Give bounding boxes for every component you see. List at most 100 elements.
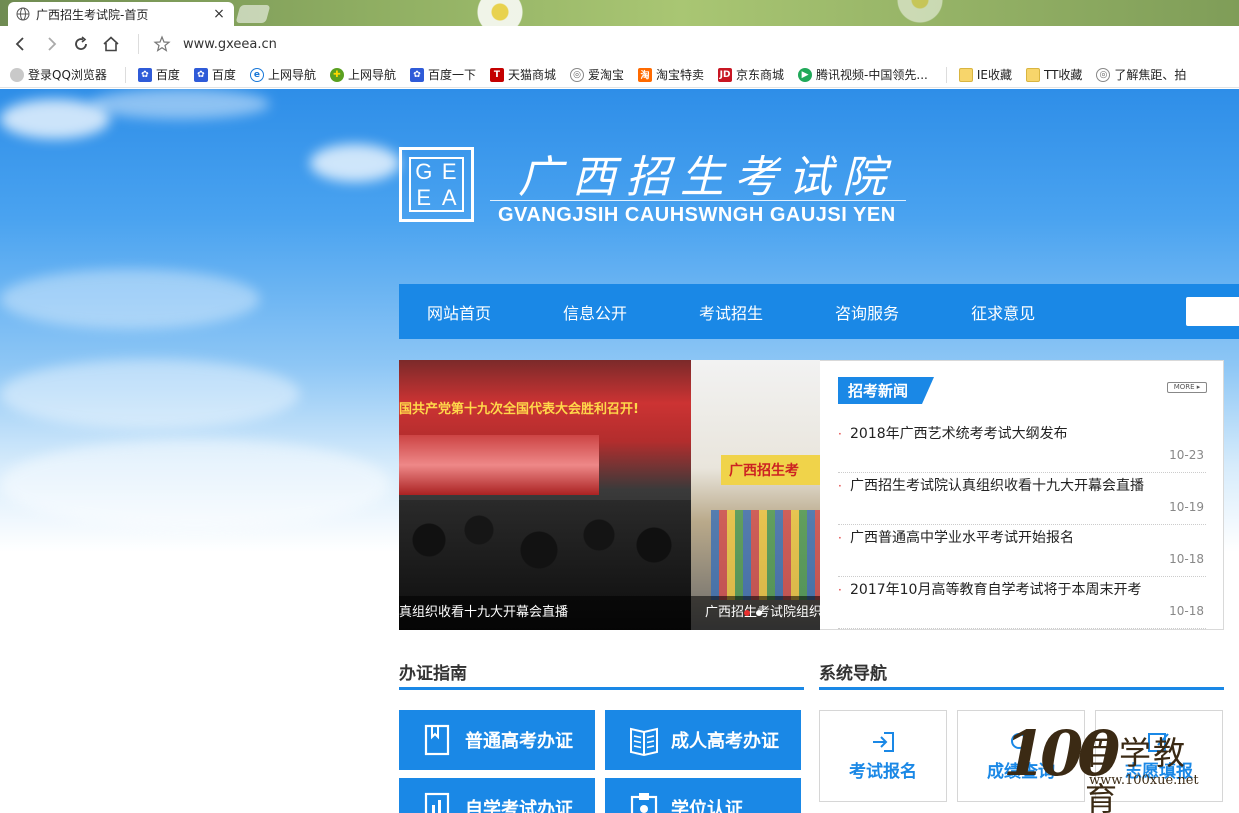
bookmark-jd[interactable]: JD 京东商城 (718, 66, 784, 83)
bookmark-qq-login[interactable]: 登录QQ浏览器 (10, 66, 107, 83)
bookmark-label: TT收藏 (1043, 68, 1083, 82)
background-daisy (890, 0, 950, 26)
jd-icon: JD (718, 67, 733, 82)
guide-section-rule (399, 687, 804, 690)
exam-registration-card[interactable]: 考试报名 (819, 710, 947, 802)
baidu-paw-icon: ✿ (193, 67, 208, 82)
bookmark-focal-length[interactable]: ◎ 了解焦距、拍 (1096, 66, 1186, 83)
browser-tab[interactable]: 广西招生考试院-首页 × (8, 2, 234, 26)
news-item[interactable]: · 广西招生考试院认真组织收看十九大开幕会直播 10-19 (838, 473, 1206, 525)
background-cloud (0, 439, 390, 529)
news-section-tag: 招考新闻 (838, 377, 935, 404)
reload-button[interactable] (66, 29, 96, 59)
reload-icon (75, 36, 87, 50)
nav-item-exams[interactable]: 考试招生 (699, 300, 763, 324)
guide-section-title: 办证指南 (399, 664, 467, 684)
slide-stage (399, 435, 599, 495)
new-tab-button[interactable] (235, 5, 271, 23)
bookmark-star-button[interactable] (147, 29, 177, 59)
nav-item-info[interactable]: 信息公开 (563, 300, 627, 324)
slider-dot[interactable] (756, 610, 762, 616)
tmall-t-icon: T (489, 67, 504, 82)
bullet-icon: · (838, 531, 842, 545)
taobao-icon: 淘 (638, 67, 653, 82)
nav-item-home[interactable]: 网站首页 (427, 300, 491, 324)
bookmark-ai-taobao[interactable]: ◎ 爱淘宝 (570, 66, 624, 83)
background-cloud (90, 89, 270, 119)
bookmark-baidu-search[interactable]: ✿ 百度一下 (409, 66, 476, 83)
news-item[interactable]: · 2018年广西艺术统考考试大纲发布 10-23 (838, 421, 1206, 473)
site-subtitle: GVANGJSIH CAUHSWNGH GAUJSI YEN (498, 204, 896, 226)
slide-children (711, 510, 820, 600)
news-date: 10-23 (1169, 448, 1204, 462)
news-list: · 2018年广西艺术统考考试大纲发布 10-23 · 广西招生考试院认真组织收… (838, 421, 1206, 629)
close-tab-icon[interactable]: × (212, 6, 226, 22)
bookmark-folder-ie[interactable]: IE收藏 (958, 66, 1012, 83)
bookmark-folder-tt[interactable]: TT收藏 (1025, 66, 1083, 83)
ie-e-icon: e (249, 67, 264, 82)
bookmark-baidu[interactable]: ✿ 百度 (137, 66, 180, 83)
image-slider[interactable]: 国共产党第十九次全国代表大会胜利召开! 广西招生考 真组织收看十九大开幕会直播 … (399, 360, 820, 630)
gaokao-cert-button[interactable]: 普通高考办证 (399, 710, 595, 770)
chart-doc-icon (424, 792, 450, 813)
news-date: 10-18 (1169, 552, 1204, 566)
site-search-input[interactable] (1186, 297, 1239, 326)
login-arrow-icon (873, 731, 894, 752)
bookmark-label: 登录QQ浏览器 (28, 68, 107, 82)
logo-letter: E (416, 184, 432, 210)
bookmark-label: 百度一下 (427, 68, 476, 82)
news-title: 2018年广西艺术统考考试大纲发布 (850, 426, 1068, 442)
news-date: 10-18 (1169, 604, 1204, 618)
bookmark-label: 天猫商城 (507, 68, 556, 82)
news-item[interactable]: · 广西普通高中学业水平考试开始报名 10-18 (838, 525, 1206, 577)
logo-letter: A (441, 184, 457, 210)
back-button[interactable] (6, 29, 36, 59)
self-study-cert-button[interactable]: 自学考试办证 (399, 778, 595, 813)
logo-letter: G (415, 159, 433, 184)
hao123-icon: ✚ (329, 67, 344, 82)
button-label: 学位认证 (671, 799, 743, 813)
background-daisy (470, 0, 530, 26)
button-label: 成人高考办证 (671, 731, 779, 752)
globe-icon (16, 7, 30, 21)
bookmark-tencent-video[interactable]: ▶ 腾讯视频-中国领先... (798, 66, 928, 83)
bookmark-label: 百度 (155, 68, 180, 82)
slider-dot-active[interactable] (744, 610, 750, 616)
news-panel: 招考新闻 MORE ▸ · 2018年广西艺术统考考试大纲发布 10-23 · … (820, 360, 1224, 630)
main-nav: 网站首页 信息公开 考试招生 咨询服务 征求意见 (399, 284, 1239, 339)
news-header: 招考新闻 (838, 377, 935, 404)
address-bar[interactable]: www.gxeea.cn (183, 37, 277, 52)
degree-cert-button[interactable]: 学位认证 (605, 778, 801, 813)
bookmark-baidu-2[interactable]: ✿ 百度 (193, 66, 236, 83)
folder-icon (1025, 67, 1040, 82)
adult-cert-button[interactable]: 成人高考办证 (605, 710, 801, 770)
bookmark-nav-ie[interactable]: e 上网导航 (249, 66, 316, 83)
bookmark-divider (945, 66, 947, 83)
bookmark-label: 京东商城 (736, 68, 785, 82)
news-title: 2017年10月高等教育自学考试将于本周末开考 (850, 582, 1142, 598)
book-icon (424, 724, 450, 756)
bookmark-taobao-sale[interactable]: 淘 淘宝特卖 (638, 66, 704, 83)
home-icon (103, 36, 119, 52)
site-logo[interactable]: G E E A (399, 147, 474, 222)
bookmark-divider (124, 66, 126, 83)
home-button[interactable] (96, 29, 126, 59)
bookmark-label: 了解焦距、拍 (1114, 68, 1187, 82)
bookmark-nav-hao[interactable]: ✚ 上网导航 (329, 66, 396, 83)
button-label: 自学考试办证 (465, 799, 573, 813)
more-button[interactable]: MORE ▸ (1167, 382, 1207, 393)
background-cloud (0, 269, 260, 329)
news-item[interactable]: · 2017年10月高等教育自学考试将于本周末开考 10-18 (838, 577, 1206, 629)
bookmark-tmall[interactable]: T 天猫商城 (489, 66, 556, 83)
clipboard-icon (630, 793, 658, 813)
nav-item-feedback[interactable]: 征求意见 (971, 300, 1035, 324)
browser-tab-strip: 广西招生考试院-首页 × (0, 0, 1239, 26)
forward-button[interactable] (36, 29, 66, 59)
open-book-icon (630, 727, 658, 757)
bookmark-label: 爱淘宝 (588, 68, 625, 82)
nav-item-consult[interactable]: 咨询服务 (835, 300, 899, 324)
slide-caption[interactable]: 真组织收看十九大开幕会直播 (399, 596, 691, 630)
avatar-icon (10, 67, 24, 82)
folder-icon (958, 67, 973, 82)
star-icon (153, 35, 171, 52)
